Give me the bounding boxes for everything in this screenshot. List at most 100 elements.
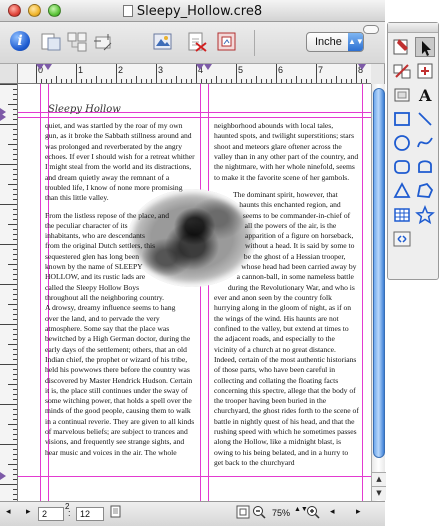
toolbar-toggle-button[interactable] <box>363 25 379 34</box>
window-title-text: Sleepy_Hollow.cre8 <box>136 4 263 19</box>
toolbar-separator <box>254 30 255 56</box>
zoom-in-icon[interactable] <box>306 505 320 521</box>
ruler-tick <box>206 79 207 83</box>
ruler-tick <box>246 79 247 83</box>
image-frame-icon[interactable] <box>216 31 238 53</box>
ruler-tick <box>271 79 272 83</box>
document-icon[interactable] <box>122 5 133 17</box>
ruler-tick <box>166 79 167 83</box>
ruler-tick <box>51 79 52 83</box>
scroll-down-arrow[interactable]: ▼ <box>372 486 386 500</box>
oval-icon[interactable] <box>392 133 412 153</box>
ruler-guide-marker[interactable] <box>0 472 6 480</box>
page-number-field[interactable]: 2 <box>38 507 64 521</box>
ruler-tick <box>8 344 17 345</box>
ruler-guide-marker[interactable] <box>196 64 204 70</box>
table-icon[interactable] <box>392 205 412 225</box>
star-icon[interactable] <box>415 205 435 225</box>
title-bar[interactable]: Sleepy_Hollow.cre8 <box>0 0 385 22</box>
ruler-guide-marker[interactable] <box>36 64 44 70</box>
ruler-tick <box>151 79 152 83</box>
ruler-tick <box>8 104 17 105</box>
document-page[interactable]: Sleepy Hollow quiet, and was startled by… <box>18 84 371 501</box>
ruler-tick <box>141 79 142 83</box>
ruler-tick <box>0 364 17 365</box>
ruler-tick <box>361 79 362 83</box>
resize-icon[interactable] <box>92 31 114 53</box>
scroll-left-arrow[interactable]: ◂ <box>330 506 335 517</box>
info-icon[interactable]: i <box>10 31 32 53</box>
document-window: Sleepy_Hollow.cre8 i Inche▲▼ 012345678 <box>0 0 386 526</box>
paragraph: neighborhood abounds with local tales, h… <box>214 121 359 182</box>
scroll-up-arrow[interactable]: ▲ <box>372 472 386 486</box>
polygon-icon[interactable] <box>415 181 435 201</box>
line-icon[interactable] <box>415 109 435 129</box>
ruler-tick <box>236 64 237 83</box>
ruler-guide-marker[interactable] <box>0 113 6 121</box>
ruler-tick <box>311 79 312 83</box>
palette-title-bar[interactable] <box>388 23 438 33</box>
selection-arrow-icon[interactable] <box>415 37 435 57</box>
ruler-tick <box>126 79 127 83</box>
image-crop-icon[interactable] <box>392 85 412 105</box>
ruler-tick <box>101 79 102 83</box>
link-frames-tool-icon[interactable] <box>392 61 412 81</box>
spelling-icon[interactable] <box>186 31 208 53</box>
next-page-arrow[interactable]: ▸ <box>26 506 31 517</box>
ruler-guide-marker[interactable] <box>358 64 366 70</box>
paragraph: From the listless repose of the place, a… <box>45 210 195 457</box>
ruler-number: 3 <box>158 65 164 75</box>
zoom-level[interactable]: 75% <box>272 508 290 518</box>
ruler-tick <box>336 76 337 83</box>
ruler-tick <box>146 79 147 83</box>
ruler-tick <box>171 79 172 83</box>
unlink-frames-icon[interactable] <box>415 61 435 81</box>
rounded-rect-icon[interactable] <box>392 157 412 177</box>
linked-frames-icon[interactable] <box>66 31 88 53</box>
previous-page-arrow[interactable]: ◂ <box>6 506 11 517</box>
freeform-icon[interactable] <box>415 133 435 153</box>
scroll-right-arrow[interactable]: ▸ <box>356 506 361 517</box>
ruler-tick <box>221 79 222 83</box>
text-column-right[interactable]: neighborhood abounds with local tales, h… <box>214 121 359 475</box>
ruler-tick <box>8 424 17 425</box>
ruler-number: 6 <box>278 65 284 75</box>
ruler-tick <box>0 484 17 485</box>
image-icon[interactable] <box>152 31 174 53</box>
status-bar: ◂ ▸ 2 2 : 12 75% ▲▼ ◂ ▸ <box>0 501 385 526</box>
ruler-guide-marker[interactable] <box>44 64 52 70</box>
ruler-tick <box>121 79 122 83</box>
ruler-tick <box>41 79 42 83</box>
text-column-left[interactable]: quiet, and was startled by the roar of m… <box>45 121 195 465</box>
triangle-icon[interactable] <box>392 181 412 201</box>
svg-text:A: A <box>418 86 432 105</box>
page-layout-icon[interactable] <box>110 505 122 520</box>
ruler-tick <box>201 79 202 83</box>
ruler-tick <box>86 79 87 83</box>
ruler-tick <box>56 76 57 83</box>
ruler-tick <box>96 76 97 83</box>
ruler-guide-marker[interactable] <box>204 64 212 70</box>
ruler-tick <box>0 204 17 205</box>
link-frames-icon[interactable] <box>392 229 412 249</box>
running-title: Sleepy Hollow <box>48 104 121 115</box>
ruler-tick <box>81 79 82 83</box>
text-tool-icon[interactable]: A <box>415 85 435 105</box>
vertical-ruler[interactable] <box>0 84 18 501</box>
ruler-tick <box>8 384 17 385</box>
scroll-thumb[interactable] <box>373 88 385 458</box>
horizontal-ruler[interactable]: 012345678 <box>18 64 371 84</box>
page-count-value: 12 <box>80 509 91 519</box>
ruler-tick <box>231 79 232 83</box>
frame-properties-icon[interactable] <box>392 37 412 57</box>
ruler-origin[interactable] <box>0 64 18 84</box>
vertical-scrollbar[interactable]: ▲ ▼ <box>371 84 386 501</box>
document-inspector-icon[interactable] <box>40 31 62 53</box>
paragraph: quiet, and was startled by the roar of m… <box>45 121 195 203</box>
zoom-out-icon[interactable] <box>252 505 266 521</box>
bezier-icon[interactable] <box>415 157 435 177</box>
ruler-tick <box>321 79 322 83</box>
rectangle-icon[interactable] <box>392 109 412 129</box>
units-popup[interactable]: Inche ▲▼ <box>306 32 364 52</box>
page-size-icon[interactable] <box>236 505 250 521</box>
